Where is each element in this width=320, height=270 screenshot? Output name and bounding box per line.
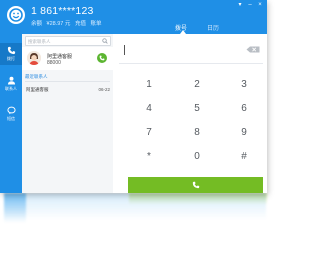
dial-key[interactable]: 8 [180,123,214,141]
phone-icon [192,181,199,189]
close-icon[interactable]: × [257,2,263,8]
reflection-sidebar [4,193,26,223]
balance-label: 余额 [31,21,43,27]
phone-icon [99,55,105,61]
nav-item-contacts[interactable]: 联系人 [0,73,22,95]
call-button[interactable] [128,177,263,193]
window-controls: ▾ – × [237,2,263,8]
dialpad-panel: 1 2 3 4 5 6 7 8 9 * 0 # [113,34,267,193]
bill-link[interactable]: 账单 [90,21,101,27]
dial-key[interactable]: 3 [227,75,261,93]
user-phone-number: 1 861****123 [31,5,94,17]
number-input[interactable] [124,43,234,57]
dial-key[interactable]: 1 [132,75,166,93]
nav-item-messages[interactable]: 短信 [0,103,22,125]
balance-value: ¥28.97 元 [46,21,71,27]
user-avatar[interactable] [7,6,25,24]
search-box [25,36,111,46]
window-reflection [4,193,267,231]
agent-avatar-icon [27,51,41,65]
dial-key[interactable]: 5 [180,99,214,117]
recharge-link[interactable]: 充值 [75,21,86,27]
smile-icon [9,8,23,22]
person-icon [7,76,15,85]
phone-icon [7,46,15,55]
contact-name: 阿里通客服 [47,54,73,60]
contact-search-input[interactable] [28,37,96,45]
dialer-window: 1 861****123 余额 ¥28.97 元 充值 账单 ▾ – × 拨号 … [0,0,267,193]
recent-contacts-link[interactable]: 最近联系人 [25,74,48,80]
dial-key[interactable]: 2 [180,75,214,93]
chat-icon [6,106,16,115]
contact-card[interactable]: 阿里通客服 88000 [22,47,113,70]
nav-label-contacts: 联系人 [5,86,17,91]
header-bar: 1 861****123 余额 ¥28.97 元 充值 账单 ▾ – × 拨号 … [0,0,267,34]
minimize-icon[interactable]: – [247,2,253,8]
contact-call-button[interactable] [97,53,107,63]
contacts-panel: 阿里通客服 88000 最近联系人 阿里通客服 06-22 [22,34,114,193]
dial-key[interactable]: 7 [132,123,166,141]
contact-avatar [27,51,41,65]
divider [119,63,263,64]
nav-item-call[interactable]: 拨打 [0,43,22,65]
nav-label-call: 拨打 [7,56,15,61]
backspace-icon[interactable] [246,46,260,53]
dial-key[interactable]: * [132,147,166,165]
text-cursor [124,45,125,55]
recent-date: 06-22 [98,87,110,92]
search-icon[interactable] [102,38,108,44]
contact-phone: 88000 [47,60,61,66]
dial-key[interactable]: 4 [132,99,166,117]
account-meta: 余额 ¥28.97 元 充值 账单 [31,19,105,27]
dial-key[interactable]: 9 [227,123,261,141]
divider [25,81,110,82]
dial-key[interactable]: 0 [180,147,214,165]
nav-label-messages: 短信 [7,116,15,121]
left-nav: 拨打 联系人 短信 [0,34,22,193]
dial-key[interactable]: # [227,147,261,165]
menu-icon[interactable]: ▾ [237,2,243,8]
reflection-call-button [129,193,267,205]
recent-row[interactable]: 阿里通客服 06-22 [22,84,113,96]
dial-key[interactable]: 6 [227,99,261,117]
tab-log[interactable]: 日历 [207,23,219,32]
recent-name: 阿里通客服 [26,87,49,92]
